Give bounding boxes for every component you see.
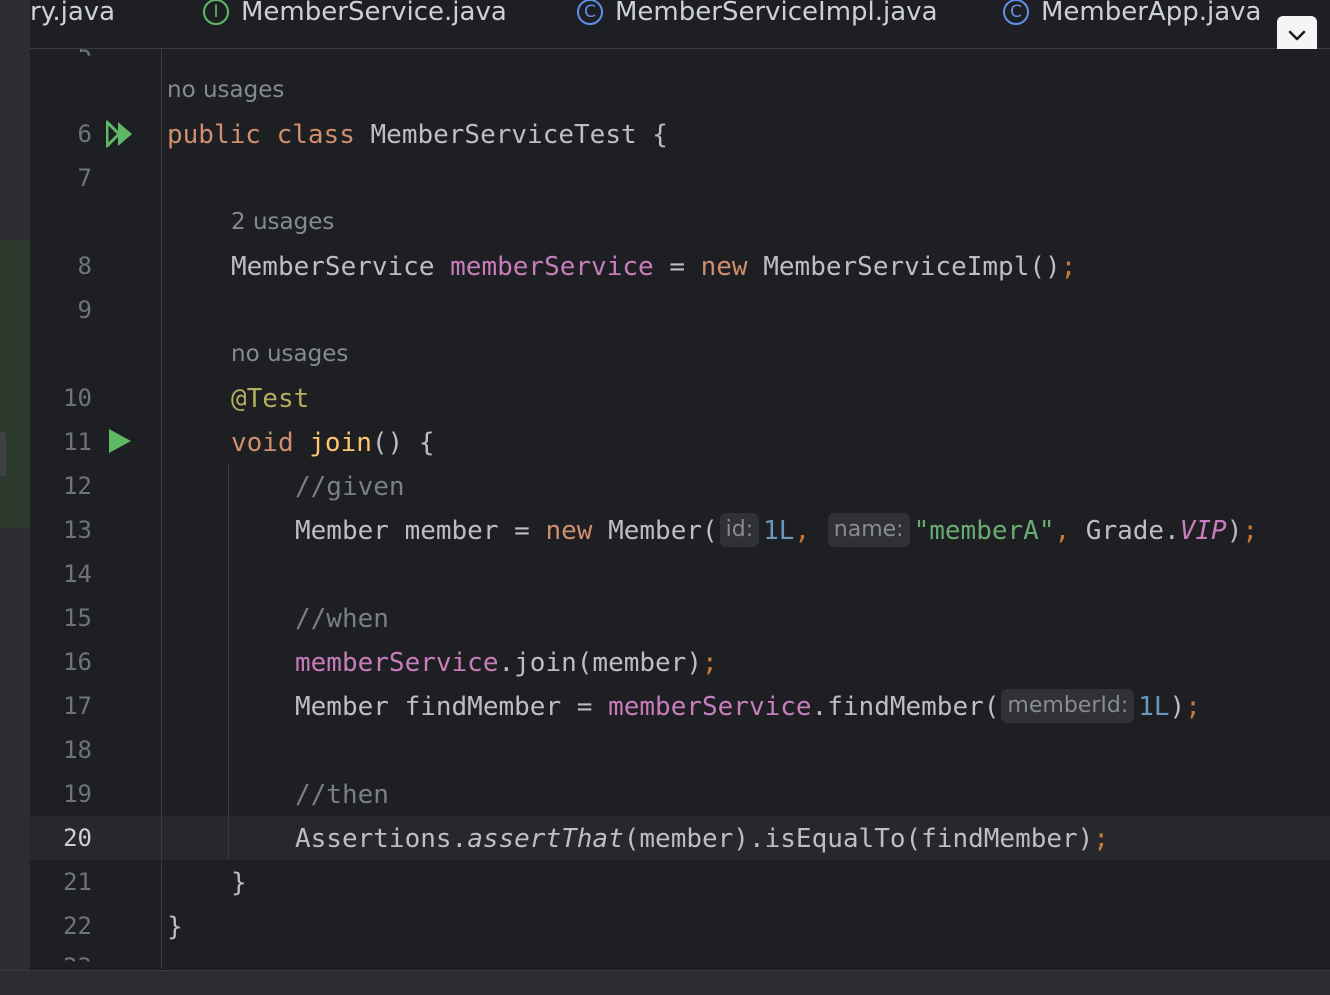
line-number: 6 bbox=[77, 120, 92, 148]
method-call: .findMember( bbox=[811, 692, 1000, 722]
code-line-19: //then bbox=[295, 780, 389, 810]
class-ref: Assertions. bbox=[295, 824, 468, 854]
code-editor[interactable]: 5 6 7 8 9 10 11 12 13 14 15 16 17 18 19 … bbox=[30, 49, 1330, 969]
keyword: class bbox=[276, 120, 355, 150]
field: memberService bbox=[608, 692, 812, 722]
usages-hint[interactable]: 2 usages bbox=[231, 209, 334, 235]
tab-label: MemberServiceImpl.java bbox=[615, 0, 938, 27]
method-call: (member).isEqualTo(findMember) bbox=[623, 824, 1094, 854]
code-line-8: MemberService memberService = new Member… bbox=[231, 245, 1076, 289]
paren: ) bbox=[1226, 516, 1243, 546]
method-name: join bbox=[309, 428, 372, 458]
string-literal: "memberA" bbox=[913, 516, 1055, 546]
semicolon: ; bbox=[1242, 516, 1258, 546]
field: memberService bbox=[450, 252, 654, 282]
line-number: 9 bbox=[77, 296, 92, 324]
declaration: Member findMember = bbox=[295, 692, 609, 722]
constructor-call: MemberServiceImpl() bbox=[763, 252, 1061, 282]
type: MemberService bbox=[231, 252, 435, 282]
code-line-15: //when bbox=[295, 604, 389, 634]
class-name: MemberServiceTest bbox=[370, 120, 637, 150]
enum-type: Grade. bbox=[1070, 516, 1180, 546]
tab-memberapp-java[interactable]: C MemberApp.java bbox=[1003, 0, 1261, 29]
line-number: 7 bbox=[77, 164, 92, 192]
line-number: 18 bbox=[63, 736, 92, 764]
keyword: public bbox=[167, 120, 261, 150]
code-line-17: Member findMember = memberService.findMe… bbox=[295, 685, 1201, 729]
indent-guide bbox=[228, 463, 229, 859]
line-number: 5 bbox=[77, 49, 92, 67]
line-number: 13 bbox=[63, 516, 92, 544]
line-number: 10 bbox=[63, 384, 92, 412]
line-number: 14 bbox=[63, 560, 92, 588]
tab-label: MemberApp.java bbox=[1041, 0, 1262, 27]
operator: = bbox=[669, 252, 685, 282]
paren: ) bbox=[1169, 692, 1186, 722]
keyword: void bbox=[231, 428, 294, 458]
enum-constant: VIP bbox=[1179, 516, 1227, 546]
comma: , bbox=[1054, 516, 1071, 546]
line-number: 8 bbox=[77, 252, 92, 280]
left-tool-strip bbox=[0, 0, 30, 970]
tab-memberservice-java[interactable]: I MemberService.java bbox=[203, 0, 507, 29]
number-literal: 1L bbox=[763, 516, 795, 546]
code-line-11: void join() { bbox=[231, 421, 435, 465]
chevron-down-icon bbox=[1288, 30, 1306, 41]
line-number: 11 bbox=[63, 428, 92, 456]
vcs-change-marker bbox=[0, 240, 30, 528]
code-line-6: public class MemberServiceTest { bbox=[167, 113, 668, 157]
semicolon: ; bbox=[1185, 692, 1201, 722]
param-hint: id: bbox=[719, 512, 760, 547]
line-number: 17 bbox=[63, 692, 92, 720]
tab-label: ry.java bbox=[30, 0, 116, 27]
line-number: 15 bbox=[63, 604, 92, 632]
line-number: 23 bbox=[63, 953, 92, 969]
params: () { bbox=[371, 428, 435, 458]
code-line-16: memberService.join(member); bbox=[295, 641, 718, 685]
semicolon: ; bbox=[1060, 252, 1077, 282]
interface-icon: I bbox=[203, 0, 229, 25]
usages-hint[interactable]: no usages bbox=[167, 77, 284, 103]
usages-hint[interactable]: no usages bbox=[231, 341, 348, 367]
line-number: 19 bbox=[63, 780, 92, 808]
param-hint: memberId: bbox=[1001, 688, 1135, 723]
code-line-12: //given bbox=[295, 472, 405, 502]
semicolon: ; bbox=[1093, 824, 1109, 854]
class-icon: C bbox=[577, 0, 603, 25]
field: memberService bbox=[295, 648, 499, 678]
code-line-20: Assertions.assertThat(member).isEqualTo(… bbox=[295, 817, 1109, 861]
class-icon: C bbox=[1003, 0, 1029, 25]
code-line-13: Member member = new Member(id: 1L, name: "… bbox=[295, 509, 1258, 553]
panel-resize-handle[interactable] bbox=[0, 432, 6, 476]
number-literal: 1L bbox=[1138, 692, 1170, 722]
semicolon: ; bbox=[702, 648, 718, 678]
param-hint: name: bbox=[827, 512, 910, 547]
static-method: assertThat bbox=[467, 824, 624, 854]
tab-label: MemberService.java bbox=[241, 0, 507, 27]
keyword: new bbox=[700, 252, 748, 282]
declaration: Member member = bbox=[295, 516, 546, 546]
line-number: 20 bbox=[63, 824, 92, 852]
comma: , bbox=[794, 516, 811, 546]
horizontal-scrollbar[interactable] bbox=[0, 970, 1330, 995]
line-number: 21 bbox=[63, 868, 92, 896]
gutter-divider bbox=[161, 49, 162, 969]
keyword: new bbox=[545, 516, 593, 546]
line-number: 12 bbox=[63, 472, 92, 500]
code-line-22: } bbox=[167, 912, 183, 942]
code-line-21: } bbox=[231, 868, 247, 898]
brace: { bbox=[652, 120, 668, 150]
tab-memberserviceimpl-java[interactable]: C MemberServiceImpl.java bbox=[577, 0, 938, 29]
line-number: 16 bbox=[63, 648, 92, 676]
run-test-icon[interactable] bbox=[108, 428, 132, 454]
code-line-10: @Test bbox=[231, 384, 310, 414]
method-call: .join(member) bbox=[498, 648, 703, 678]
run-all-tests-icon[interactable] bbox=[106, 119, 136, 149]
line-number: 22 bbox=[63, 912, 92, 940]
constructor-call: Member( bbox=[592, 516, 718, 546]
tab-repository-java[interactable]: ry.java bbox=[30, 0, 115, 29]
editor-tab-bar: ry.java I MemberService.java C MemberSer… bbox=[0, 0, 1330, 56]
